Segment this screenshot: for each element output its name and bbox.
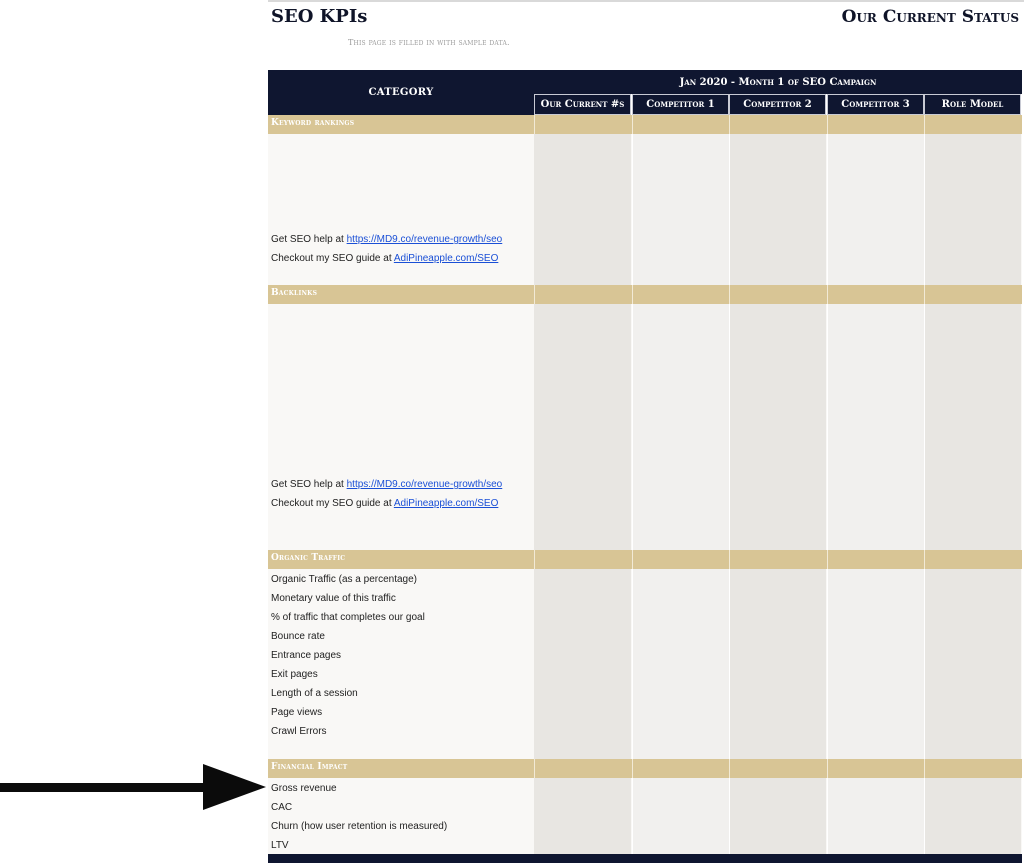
section-body-keyword: Get SEO help at https://MD9.co/revenue-g… bbox=[268, 134, 1022, 286]
status-title: Our Current Status bbox=[841, 7, 1019, 27]
row-monetary-value: Monetary value of this traffic bbox=[271, 593, 396, 604]
row-page-views: Page views bbox=[271, 707, 323, 718]
arrow-right-icon bbox=[0, 764, 266, 810]
row-traffic-completes-goal: % of traffic that completes our goal bbox=[271, 612, 425, 623]
seo-guide-link[interactable]: AdiPineapple.com/SEO bbox=[394, 498, 499, 509]
section-label: Organic Traffic bbox=[271, 553, 346, 563]
section-financial-impact: Financial Impact bbox=[268, 759, 1022, 778]
row-churn: Churn (how user retention is measured) bbox=[271, 821, 448, 832]
row-session-length: Length of a session bbox=[271, 688, 358, 699]
col-header-our-current: Our Current #s bbox=[534, 94, 631, 115]
section-label: Keyword rankings bbox=[271, 118, 355, 128]
col-header-role-model: Role Model bbox=[924, 94, 1021, 115]
seo-guide-text: Checkout my SEO guide at AdiPineapple.co… bbox=[271, 498, 499, 509]
section-body-financial: Gross revenue CAC Churn (how user retent… bbox=[268, 778, 1022, 854]
col-header-competitor-3: Competitor 3 bbox=[827, 94, 924, 115]
section-keyword-rankings: Keyword rankings bbox=[268, 115, 1022, 134]
row-crawl-errors: Crawl Errors bbox=[271, 726, 327, 737]
row-cac: CAC bbox=[271, 802, 293, 813]
page-top-border bbox=[268, 0, 1024, 2]
section-backlinks: Backlinks bbox=[268, 285, 1022, 304]
seo-guide-text: Checkout my SEO guide at AdiPineapple.co… bbox=[271, 253, 499, 264]
seo-help-link[interactable]: https://MD9.co/revenue-growth/seo bbox=[347, 479, 503, 490]
seo-help-text: Get SEO help at https://MD9.co/revenue-g… bbox=[271, 479, 503, 490]
row-organic-traffic-percentage: Organic Traffic (as a percentage) bbox=[271, 574, 417, 585]
section-body-backlinks: Get SEO help at https://MD9.co/revenue-g… bbox=[268, 304, 1022, 551]
table-bottom-bar bbox=[268, 854, 1022, 863]
sample-data-note: This page is filled in with sample data. bbox=[348, 38, 510, 47]
row-gross-revenue: Gross revenue bbox=[271, 783, 337, 794]
section-label: Financial Impact bbox=[271, 762, 348, 772]
col-header-competitor-1: Competitor 1 bbox=[632, 94, 729, 115]
seo-guide-link[interactable]: AdiPineapple.com/SEO bbox=[394, 253, 499, 264]
month-header: Jan 2020 - Month 1 of SEO Campaign bbox=[534, 70, 1022, 94]
category-header: CATEGORY bbox=[268, 70, 534, 115]
section-label: Backlinks bbox=[271, 288, 318, 298]
row-entrance-pages: Entrance pages bbox=[271, 650, 342, 661]
seo-help-text: Get SEO help at https://MD9.co/revenue-g… bbox=[271, 234, 503, 245]
section-body-organic: Organic Traffic (as a percentage) Moneta… bbox=[268, 569, 1022, 760]
row-bounce-rate: Bounce rate bbox=[271, 631, 325, 642]
row-ltv: LTV bbox=[271, 840, 289, 851]
seo-help-link[interactable]: https://MD9.co/revenue-growth/seo bbox=[347, 234, 503, 245]
row-exit-pages: Exit pages bbox=[271, 669, 318, 680]
section-organic-traffic: Organic Traffic bbox=[268, 550, 1022, 569]
col-header-competitor-2: Competitor 2 bbox=[729, 94, 826, 115]
page-title: SEO KPIs bbox=[271, 6, 368, 27]
